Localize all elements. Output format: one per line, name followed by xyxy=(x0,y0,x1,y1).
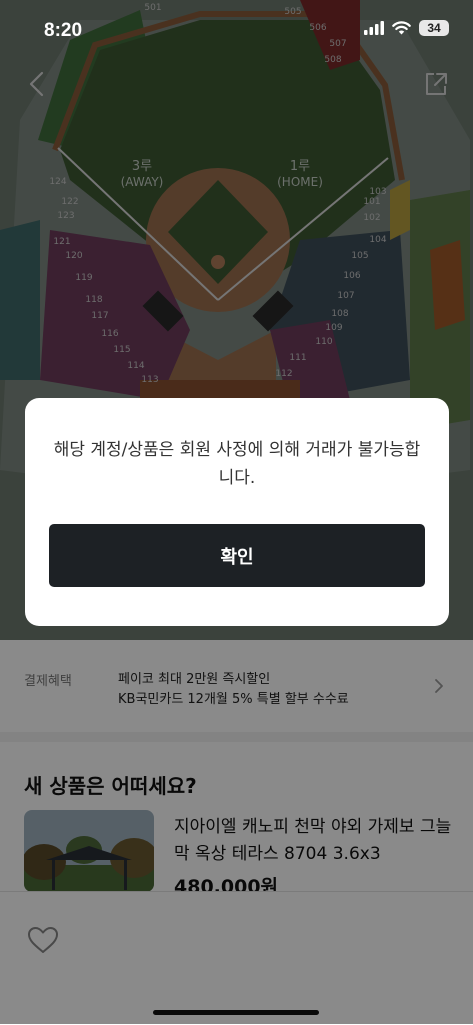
wifi-icon xyxy=(392,21,411,35)
dialog-message: 해당 계정/상품은 회원 사정에 의해 거래가 불가능합니다. xyxy=(53,440,421,488)
confirm-button[interactable]: 확인 xyxy=(49,524,425,587)
signal-icon xyxy=(364,21,384,35)
status-icons: 34 xyxy=(364,20,449,36)
status-bar: 8:20 34 xyxy=(0,0,473,60)
battery-icon: 34 xyxy=(419,20,449,36)
alert-dialog: 해당 계정/상품은 회원 사정에 의해 거래가 불가능합니다. 확인 xyxy=(25,398,449,626)
status-time: 8:20 xyxy=(44,20,83,41)
